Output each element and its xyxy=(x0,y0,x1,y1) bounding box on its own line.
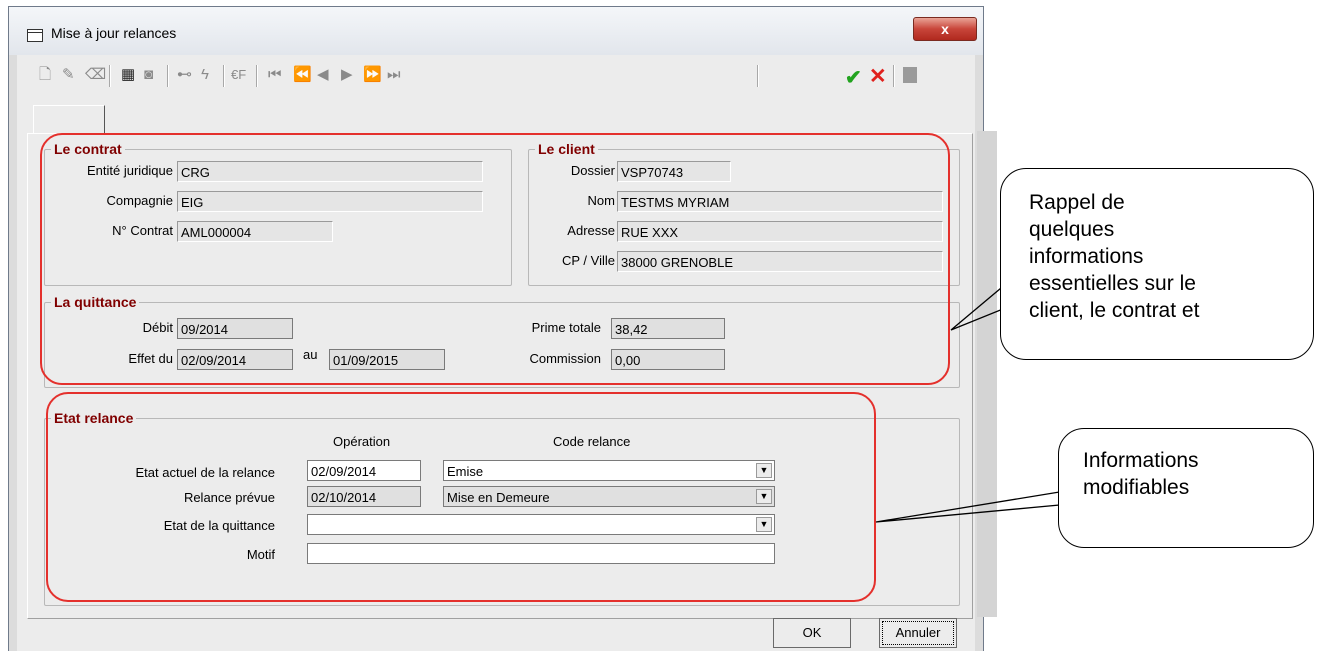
callout-modifiables-line: modifiables xyxy=(1083,476,1190,499)
callout-modifiables-line: Informations xyxy=(1083,449,1199,472)
callout-rappel: Rappel de quelques informations essentie… xyxy=(1000,168,1314,360)
callout-modifiables: Informations modifiables xyxy=(1058,428,1314,548)
callout-rappel-line: essentielles sur le xyxy=(1029,272,1196,295)
callout-rappel-line: client, le contrat et xyxy=(1029,299,1200,322)
callout-rappel-line: quelques xyxy=(1029,218,1115,241)
callout-rappel-line: Rappel de xyxy=(1029,191,1125,214)
callout-rappel-line: informations xyxy=(1029,245,1144,268)
